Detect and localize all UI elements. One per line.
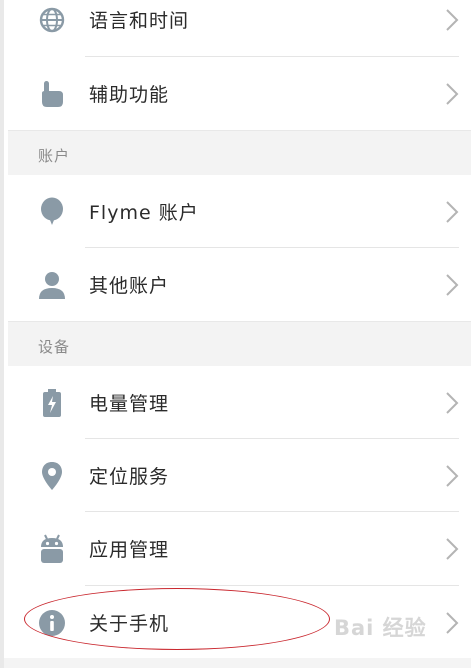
bottom-bar: [4, 658, 471, 668]
location-pin-icon: [36, 460, 68, 492]
settings-row-other-accounts[interactable]: 其他账户: [8, 248, 471, 321]
settings-row-battery[interactable]: 电量管理: [8, 366, 471, 439]
baidu-watermark: Bai 经验: [334, 616, 427, 640]
chevron-right-icon: [446, 611, 459, 634]
globe-icon: [36, 4, 68, 36]
settings-row-flyme-account[interactable]: Flyme 账户: [8, 175, 471, 248]
section-header-device: 设备: [8, 321, 471, 367]
chevron-right-icon: [446, 200, 459, 223]
section-header-account: 账户: [8, 130, 471, 176]
row-label: 语言和时间: [89, 10, 190, 32]
android-icon: [36, 533, 68, 565]
row-label: 其他账户: [89, 275, 170, 297]
row-label: Flyme 账户: [89, 202, 199, 224]
chevron-right-icon: [446, 391, 459, 414]
chevron-right-icon: [446, 464, 459, 487]
row-label: 关于手机: [89, 613, 170, 635]
settings-row-location[interactable]: 定位服务: [8, 439, 471, 512]
row-label: 应用管理: [89, 539, 170, 561]
row-label: 辅助功能: [89, 84, 170, 106]
section-label: 账户: [38, 147, 71, 165]
row-label: 电量管理: [89, 393, 170, 415]
row-label: 定位服务: [89, 466, 170, 488]
settings-row-app-management[interactable]: 应用管理: [8, 512, 471, 585]
info-icon: [36, 607, 68, 639]
person-icon: [36, 269, 68, 301]
settings-row-accessibility[interactable]: 辅助功能: [8, 57, 471, 130]
chevron-right-icon: [446, 537, 459, 560]
battery-icon: [36, 387, 68, 419]
chevron-right-icon: [446, 8, 459, 31]
chevron-right-icon: [446, 273, 459, 296]
chevron-right-icon: [446, 82, 459, 105]
section-label: 设备: [38, 338, 71, 356]
hand-pointer-icon: [36, 78, 68, 110]
balloon-icon: [36, 196, 68, 228]
settings-screen: 语言和时间 辅助功能 账户 Flyme 账户 其他账户 设备 电量管理 定位服务…: [0, 0, 471, 668]
settings-row-language-time[interactable]: 语言和时间: [8, 0, 471, 56]
